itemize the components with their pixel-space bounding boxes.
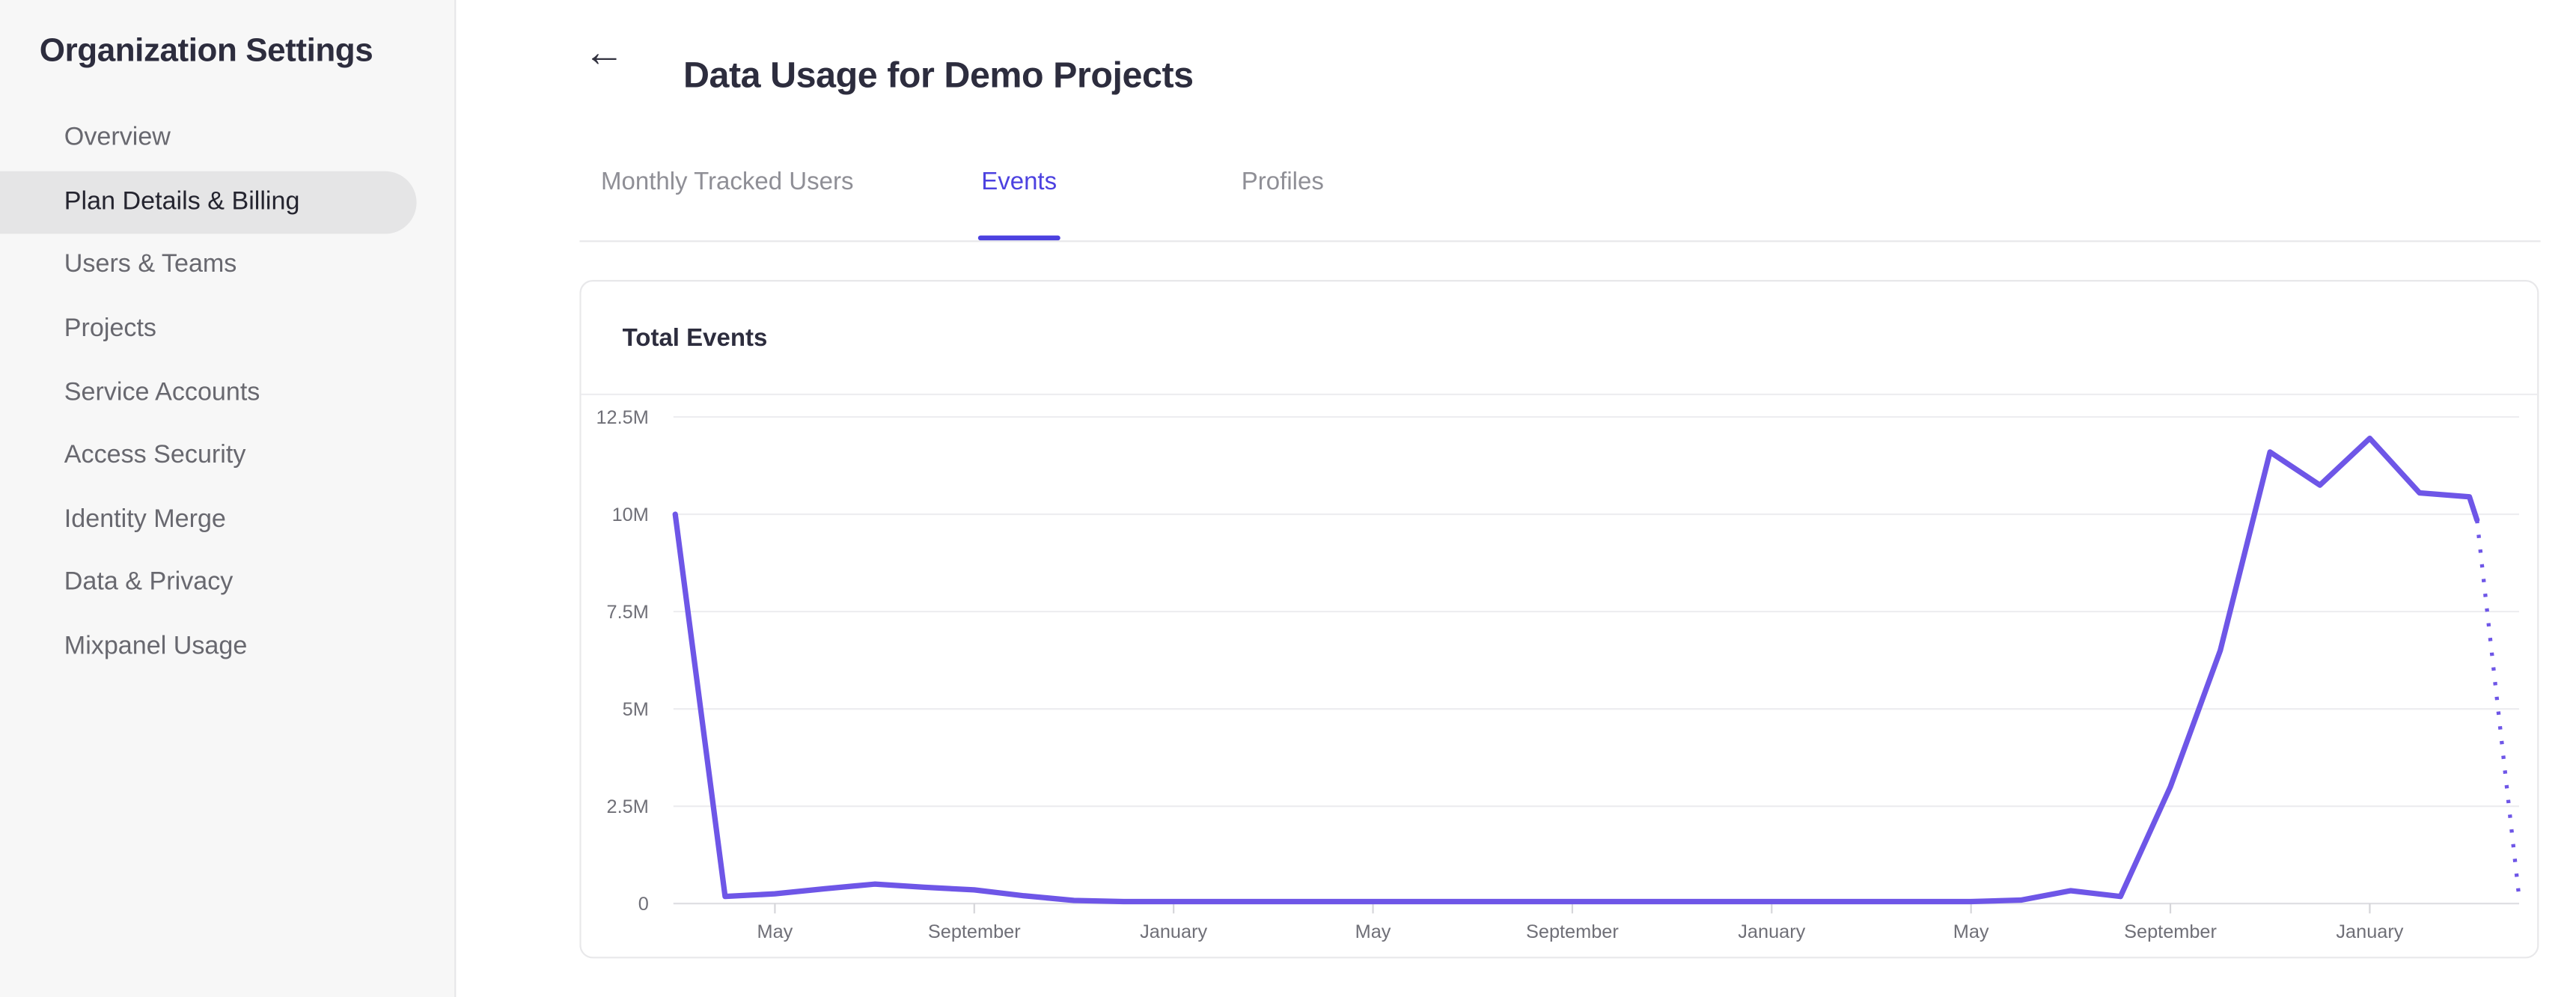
- x-axis-label-january-2: January: [1140, 921, 1207, 942]
- tab-monthly-tracked-users[interactable]: Monthly Tracked Users: [601, 168, 853, 195]
- y-axis-label-0: 0: [638, 894, 649, 915]
- x-axis-label-september-1: September: [928, 921, 1021, 942]
- sidebar-item-overview[interactable]: Overview: [0, 107, 417, 171]
- x-axis-label-january-5: January: [1738, 921, 1805, 942]
- x-axis-label-september-4: September: [1526, 921, 1619, 942]
- x-axis-label-september-7: September: [2124, 921, 2217, 942]
- sidebar-item-identity-merge[interactable]: Identity Merge: [0, 488, 417, 552]
- sidebar-item-projects[interactable]: Projects: [0, 298, 417, 362]
- app-window: Organization Settings Overview Plan Detai…: [0, 0, 2576, 997]
- sidebar-nav: Overview Plan Details & Billing Users & Te…: [0, 107, 454, 679]
- sidebar: Organization Settings Overview Plan Detai…: [0, 0, 457, 997]
- sidebar-item-users-teams[interactable]: Users & Teams: [0, 234, 417, 298]
- y-axis-label-10M: 10M: [612, 504, 649, 525]
- total-events-line-chart[interactable]: 0 2.5M 5M 7.5M 10M 12.5M May September January Ma…: [582, 281, 2538, 957]
- sidebar-item-service-accounts[interactable]: Service Accounts: [0, 362, 417, 425]
- tab-events[interactable]: Events: [981, 168, 1057, 195]
- sidebar-title: Organization Settings: [39, 33, 373, 70]
- sidebar-item-data-privacy[interactable]: Data & Privacy: [0, 552, 417, 615]
- tab-bar-divider: [579, 240, 2541, 243]
- page: Organization Settings Overview Plan Detai…: [0, 0, 2576, 997]
- x-axis-label-may-3: May: [1355, 921, 1391, 942]
- back-arrow-icon: ←: [583, 28, 625, 76]
- y-axis-label-5M: 5M: [623, 699, 649, 720]
- total-events-line: [672, 436, 2480, 905]
- sidebar-item-access-security[interactable]: Access Security: [0, 425, 417, 489]
- main-content: ← Data Usage for Demo Projects Monthly T…: [456, 0, 2576, 997]
- tab-profiles[interactable]: Profiles: [1242, 168, 1324, 195]
- y-axis-label-12.5M: 12.5M: [596, 407, 648, 428]
- total-events-card: Total Events 0 2.5M 5M 7.5M 10M 12.5M May Septe…: [579, 280, 2539, 959]
- x-axis-label-january-8: January: [2336, 921, 2403, 942]
- x-axis-label-may-6: May: [1953, 921, 1989, 942]
- x-axis-label-may-0: May: [757, 921, 793, 942]
- page-title: Data Usage for Demo Projects: [683, 54, 1194, 96]
- sidebar-item-plan-details-billing[interactable]: Plan Details & Billing: [0, 170, 417, 234]
- y-axis-label-2.5M: 2.5M: [607, 796, 649, 817]
- sidebar-item-mixpanel-usage[interactable]: Mixpanel Usage: [0, 615, 417, 679]
- back-button[interactable]: ←: [578, 25, 630, 81]
- y-axis-label-7.5M: 7.5M: [607, 602, 649, 623]
